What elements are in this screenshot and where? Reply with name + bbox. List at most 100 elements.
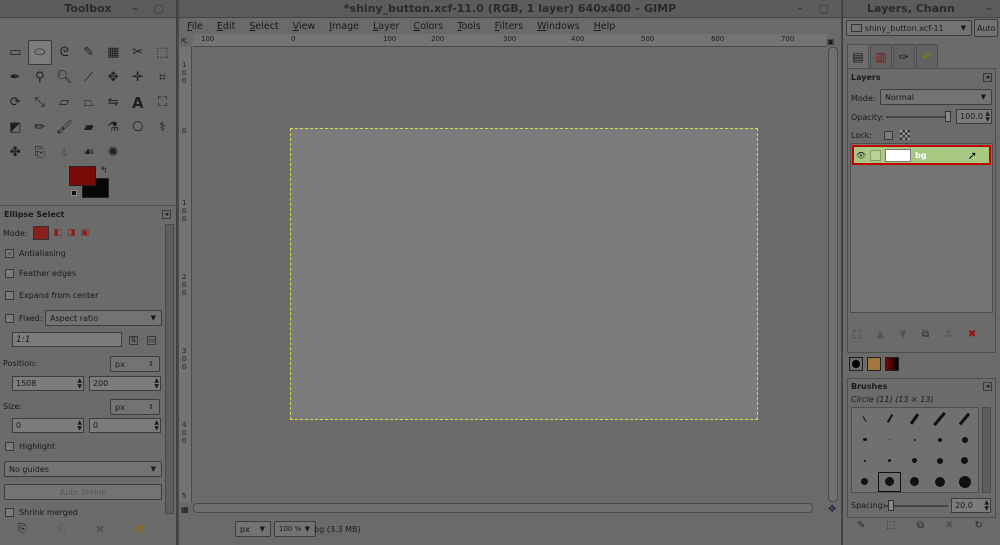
guides-select[interactable]: No guides ▼ — [4, 461, 162, 477]
brush-item[interactable] — [889, 439, 890, 440]
size-unit-select[interactable]: px ⇕ — [110, 399, 160, 415]
spin-icon[interactable]: ▲ ▼ — [77, 378, 82, 390]
brush-item[interactable] — [913, 438, 916, 441]
menu-help[interactable]: Help — [594, 21, 616, 32]
brush-item[interactable] — [958, 412, 971, 425]
save-options-icon[interactable]: ⎘ — [18, 522, 27, 536]
refresh-brushes-icon[interactable]: ↻ — [974, 520, 982, 531]
menu-tools[interactable]: Tools — [457, 21, 480, 32]
delete-options-icon[interactable]: ✖ — [96, 523, 105, 536]
gradients-tab-icon[interactable] — [885, 357, 899, 371]
panel-menu-icon[interactable]: ◂ — [983, 382, 992, 391]
menu-file[interactable]: File — [187, 21, 203, 32]
horizontal-scrollbar[interactable] — [193, 503, 813, 513]
raise-layer-icon[interactable]: ▲ — [876, 329, 884, 340]
position-x-input[interactable]: 1508 ▲ ▼ — [12, 376, 84, 391]
measure-tool-icon[interactable]: ⟋ — [77, 65, 102, 90]
zoom-tool-icon[interactable]: 🔍︎ — [52, 65, 77, 90]
spin-icon[interactable]: ▲ ▼ — [154, 378, 159, 390]
ink-tool-icon[interactable]: ☙ — [77, 140, 102, 165]
mode-add-icon[interactable]: ◧ — [54, 228, 63, 238]
tool-options-scrollbar[interactable] — [165, 224, 174, 514]
position-unit-select[interactable]: px ⇕ — [110, 356, 160, 372]
brush-grid[interactable] — [851, 407, 979, 493]
dodge-tool-icon[interactable]: ⎘ — [28, 140, 53, 165]
window-controls[interactable]: – ▢ — [797, 2, 835, 15]
mode-intersect-icon[interactable]: ▣ — [81, 228, 90, 238]
cage-tool-icon[interactable]: ⛶ — [150, 90, 175, 115]
ratio-from-image-icon[interactable]: ▭ — [147, 336, 156, 345]
brush-item[interactable] — [863, 459, 866, 462]
perspective-clone-tool-icon[interactable]: ✺ — [101, 140, 126, 165]
fuzzy-select-tool-icon[interactable]: ✎ — [77, 40, 102, 65]
brush-item[interactable] — [936, 457, 943, 464]
layers-tab-icon[interactable]: ▤ — [847, 44, 869, 68]
mode-subtract-icon[interactable]: ◨ — [67, 228, 76, 238]
menu-select[interactable]: Select — [249, 21, 278, 32]
menu-image[interactable]: Image — [329, 21, 359, 32]
horizontal-ruler[interactable]: 100 0 100 200 300 400 500 600 700 — [193, 34, 827, 47]
text-tool-icon[interactable]: A — [126, 90, 151, 115]
mode-replace-icon[interactable] — [32, 226, 49, 240]
menu-filters[interactable]: Filters — [495, 21, 524, 32]
spacing-input[interactable]: 20.0 ▲ ▼ — [951, 498, 991, 513]
paths-tool-icon[interactable]: ✒ — [3, 65, 28, 90]
brush-item[interactable] — [937, 437, 942, 442]
eraser-tool-icon[interactable]: ▰ — [77, 115, 102, 140]
brush-item[interactable] — [910, 477, 919, 486]
rect-select-tool-icon[interactable]: ▭ — [3, 40, 28, 65]
select-by-color-tool-icon[interactable]: ▦ — [101, 40, 126, 65]
brush-item[interactable] — [912, 458, 917, 463]
auto-shrink-button[interactable]: Auto Shrink — [4, 484, 162, 500]
canvas-area[interactable] — [193, 47, 827, 502]
vertical-scrollbar[interactable] — [828, 47, 838, 502]
opacity-slider[interactable] — [886, 116, 950, 118]
swap-colors-icon[interactable]: ↰ — [100, 166, 108, 176]
brush-item[interactable] — [933, 411, 946, 426]
brush-item[interactable] — [909, 412, 920, 425]
size-w-input[interactable]: 0 ▲ ▼ — [12, 418, 84, 433]
brush-item[interactable] — [862, 438, 867, 441]
delete-brush-icon[interactable]: ✖ — [945, 520, 953, 531]
flip-tool-icon[interactable]: ⇋ — [101, 90, 126, 115]
swap-ratio-icon[interactable]: ⇅ — [129, 336, 138, 345]
position-y-input[interactable]: 200 ▲ ▼ — [89, 376, 161, 391]
restore-options-icon[interactable]: ⎗ — [57, 522, 66, 536]
anchor-layer-icon[interactable]: ⚓ — [944, 329, 953, 340]
menu-layer[interactable]: Layer — [373, 21, 400, 32]
duplicate-layer-icon[interactable]: ⧉ — [922, 329, 929, 340]
quick-mask-toggle-icon[interactable]: ⇱ — [181, 37, 188, 46]
window-controls[interactable]: – — [987, 2, 999, 15]
foreground-select-tool-icon[interactable]: ⬚ — [150, 40, 175, 65]
window-controls[interactable]: – ▢ — [132, 2, 170, 15]
undo-tab-icon[interactable]: ↶ — [916, 44, 938, 68]
layer-name[interactable]: bg — [915, 151, 926, 160]
brush-item[interactable] — [861, 478, 868, 485]
spacing-slider-handle[interactable] — [888, 500, 894, 511]
brushes-tab-icon[interactable] — [849, 357, 863, 371]
blur-tool-icon[interactable]: 💧︎ — [52, 140, 77, 165]
chain-icon[interactable] — [870, 149, 882, 161]
align-tool-icon[interactable]: ✛ — [126, 65, 151, 90]
shear-tool-icon[interactable]: ▱ — [52, 90, 77, 115]
antialiasing-checkbox[interactable]: ✕ — [5, 249, 14, 258]
panel-menu-icon[interactable]: ◂ — [162, 210, 171, 219]
lower-layer-icon[interactable]: ▼ — [899, 329, 907, 340]
pencil-tool-icon[interactable]: ✏ — [28, 115, 53, 140]
heal-tool-icon[interactable]: ⚕ — [150, 115, 175, 140]
spin-icon[interactable]: ▲ ▼ — [984, 500, 989, 512]
default-colors-icon[interactable] — [71, 190, 77, 196]
scale-tool-icon[interactable]: ⤡ — [28, 90, 53, 115]
scissors-select-tool-icon[interactable]: ✂ — [126, 40, 151, 65]
menu-windows[interactable]: Windows — [537, 21, 579, 32]
rotate-tool-icon[interactable]: ⟳ — [3, 90, 28, 115]
menu-edit[interactable]: Edit — [217, 21, 235, 32]
brush-item[interactable] — [961, 436, 968, 443]
paintbrush-tool-icon[interactable]: 🖌︎ — [52, 115, 77, 140]
image-canvas[interactable] — [290, 128, 758, 420]
brush-item[interactable] — [961, 457, 968, 464]
highlight-checkbox[interactable] — [5, 442, 14, 451]
auto-button[interactable]: Auto — [974, 19, 998, 37]
perspective-tool-icon[interactable]: ⏢ — [77, 90, 102, 115]
move-tool-icon[interactable]: ✥ — [101, 65, 126, 90]
